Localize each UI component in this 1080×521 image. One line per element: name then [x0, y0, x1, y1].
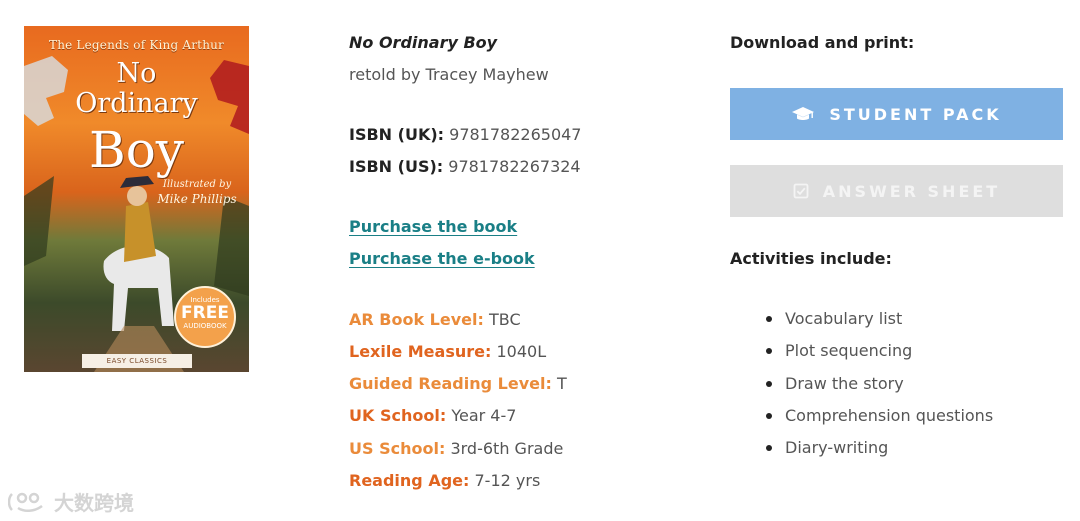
list-item: Comprehension questions — [766, 405, 994, 437]
uk-school: UK School: Year 4-7 — [349, 406, 516, 426]
cover-title-line3: Boy — [88, 121, 185, 179]
cover-title-line1: No — [116, 58, 157, 89]
cover-illustrator-name: Mike Phillips — [157, 192, 237, 206]
reading-age-value: 7-12 yrs — [474, 471, 541, 490]
ar-book-level: AR Book Level: TBC — [349, 310, 521, 330]
cover-ribbon: EASY CLASSICS — [82, 354, 192, 368]
isbn-uk-value: 9781782265047 — [449, 125, 582, 144]
answer-sheet-button[interactable]: ANSWER SHEET — [730, 165, 1063, 217]
activity-label: Comprehension questions — [785, 405, 994, 425]
checkbox-icon — [793, 183, 809, 199]
lexile-measure-label: Lexile Measure: — [349, 342, 492, 361]
lexile-measure-value: 1040L — [496, 342, 547, 361]
isbn-uk: ISBN (UK): 9781782265047 — [349, 125, 581, 145]
activities-list: Vocabulary list Plot sequencing Draw the… — [766, 308, 994, 469]
ar-book-level-value: TBC — [488, 310, 521, 329]
activity-label: Plot sequencing — [785, 341, 913, 361]
reading-age-label: Reading Age: — [349, 471, 470, 490]
audiobook-badge: Includes FREE AUDIOBOOK — [174, 286, 236, 348]
guided-reading-level: Guided Reading Level: T — [349, 374, 567, 394]
book-title: No Ordinary Boy — [349, 33, 498, 52]
guided-reading-level-value: T — [556, 374, 567, 393]
book-reteller: retold by Tracey Mayhew — [349, 65, 549, 84]
badge-main-text: FREE — [181, 303, 229, 323]
cover-title-line2: Ordinary — [75, 88, 198, 119]
activity-label: Diary-writing — [785, 438, 889, 458]
answer-sheet-label: ANSWER SHEET — [822, 181, 1001, 201]
cover-illustrator: Illustrated by Mike Phillips — [152, 178, 242, 206]
bullet-icon — [766, 445, 772, 452]
us-school: US School: 3rd-6th Grade — [349, 439, 563, 459]
purchase-book-link[interactable]: Purchase the book — [349, 217, 517, 237]
uk-school-label: UK School: — [349, 406, 447, 425]
reading-age: Reading Age: 7-12 yrs — [349, 471, 540, 491]
isbn-us: ISBN (US): 9781782267324 — [349, 157, 581, 177]
book-cover: The Legends of King Arthur No Ordinary B… — [24, 26, 249, 372]
badge-bottom-text: AUDIOBOOK — [183, 322, 227, 330]
cover-series-title: The Legends of King Arthur — [48, 38, 224, 52]
guided-reading-level-label: Guided Reading Level: — [349, 374, 552, 393]
us-school-value: 3rd-6th Grade — [450, 439, 564, 458]
isbn-uk-label: ISBN (UK): — [349, 125, 445, 144]
ar-book-level-label: AR Book Level: — [349, 310, 484, 329]
bullet-icon — [766, 412, 772, 419]
uk-school-value: Year 4-7 — [451, 406, 517, 425]
list-item: Draw the story — [766, 373, 993, 405]
watermark: 大数跨境 — [8, 487, 134, 516]
watermark-text: 大数跨境 — [54, 491, 134, 515]
isbn-us-label: ISBN (US): — [349, 157, 444, 176]
bullet-icon — [766, 380, 772, 387]
download-heading: Download and print: — [730, 33, 915, 52]
activity-label: Vocabulary list — [785, 309, 903, 328]
bullet-icon — [766, 348, 772, 355]
purchase-ebook-link[interactable]: Purchase the e-book — [349, 249, 535, 269]
list-item: Diary-writing — [766, 437, 993, 469]
activities-heading: Activities include: — [730, 249, 892, 268]
student-pack-button[interactable]: STUDENT PACK — [730, 88, 1063, 140]
bullet-icon — [766, 316, 772, 322]
cover-illustrated-by: Illustrated by — [162, 179, 232, 190]
watermark-logo-icon — [8, 492, 43, 512]
us-school-label: US School: — [349, 439, 446, 458]
activity-label: Draw the story — [785, 373, 904, 393]
lexile-measure: Lexile Measure: 1040L — [349, 342, 546, 362]
list-item: Vocabulary list — [766, 308, 993, 340]
isbn-us-value: 9781782267324 — [448, 157, 581, 176]
student-pack-label: STUDENT PACK — [829, 104, 1002, 124]
list-item: Plot sequencing — [766, 340, 993, 372]
graduation-cap-icon — [791, 106, 815, 122]
